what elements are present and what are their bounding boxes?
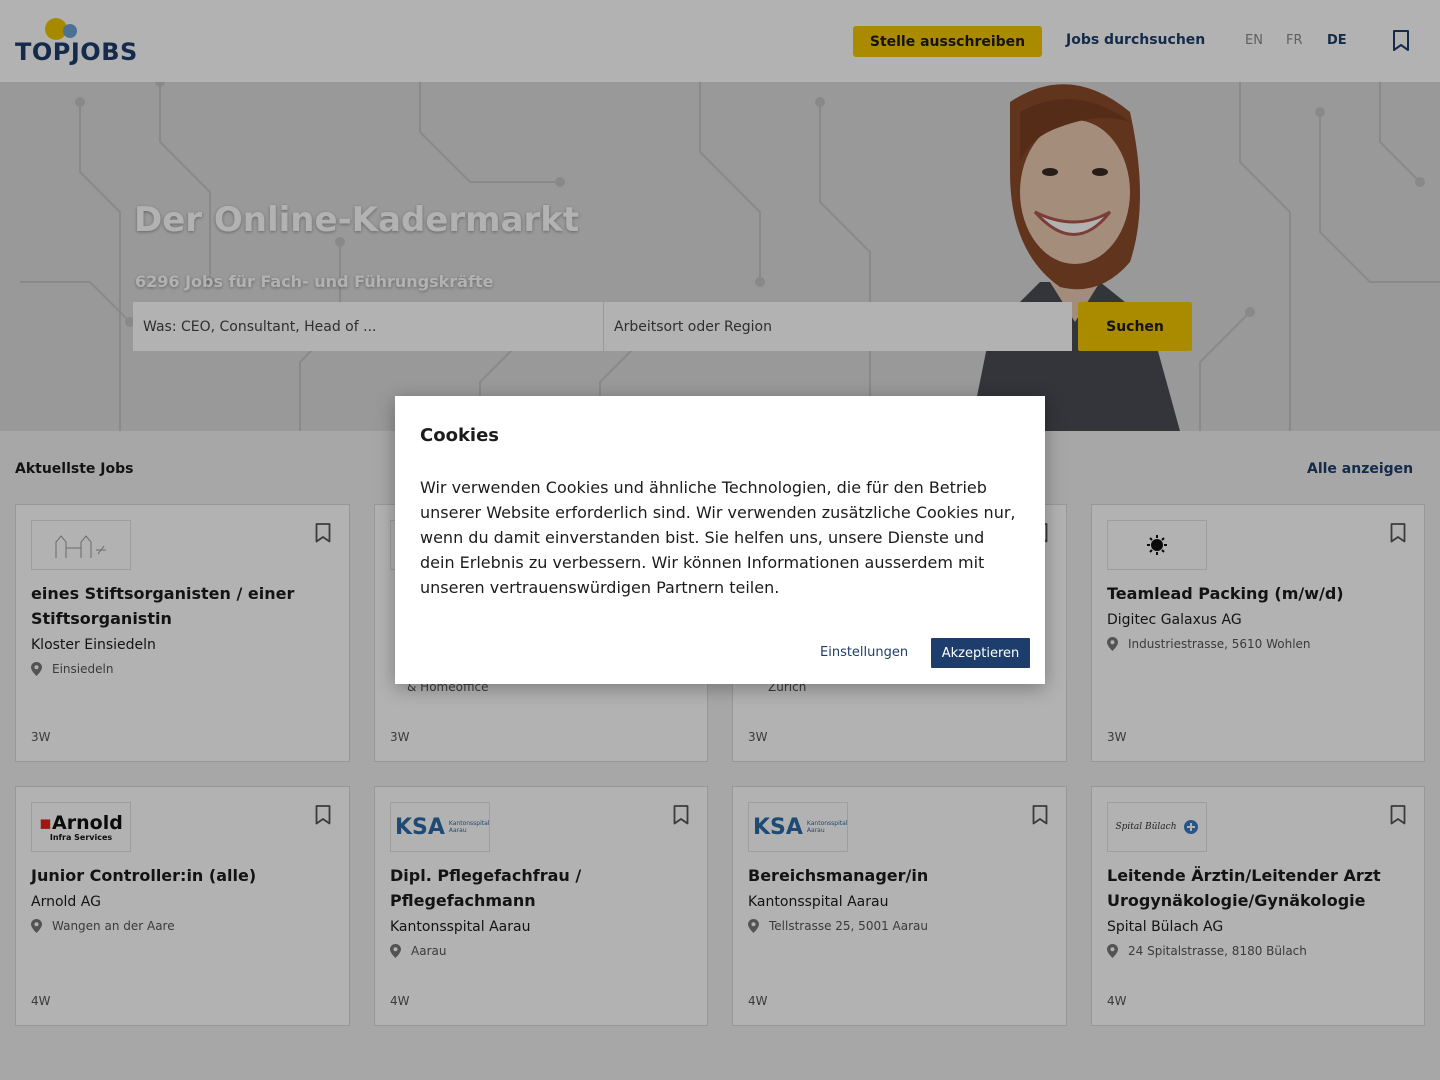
cookie-dialog-title: Cookies [420,425,500,446]
cookie-dialog: Cookies Wir verwenden Cookies und ähnlic… [395,396,1045,684]
cookie-accept-button[interactable]: Akzeptieren [931,638,1030,668]
cookie-dialog-text: Wir verwenden Cookies und ähnliche Techn… [420,478,1016,597]
cookie-settings-button[interactable]: Einstellungen [820,645,908,660]
